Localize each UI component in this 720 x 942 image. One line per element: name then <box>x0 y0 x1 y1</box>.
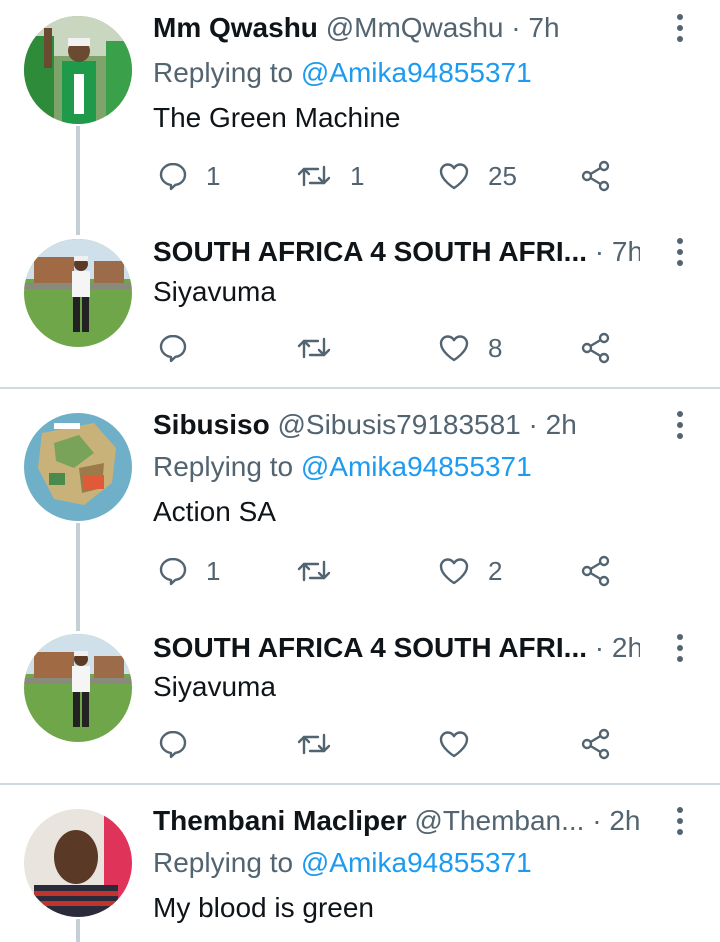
display-name[interactable]: Mm Qwashu <box>153 12 318 43</box>
mention-link[interactable]: @Amika94855371 <box>301 57 532 88</box>
reply-icon <box>159 730 187 759</box>
avatar[interactable] <box>24 809 132 917</box>
retweet-button[interactable] <box>296 724 332 764</box>
display-name[interactable]: Sibusiso <box>153 409 270 440</box>
more-vertical-icon <box>677 238 683 266</box>
more-vertical-icon <box>677 411 683 439</box>
tweet-header: SOUTH AFRICA 4 SOUTH AFRI... · 7h <box>153 235 640 269</box>
tweet-text: My blood is green <box>153 892 375 923</box>
like-button[interactable] <box>438 724 470 764</box>
tweet[interactable]: Sibusiso @Sibusis79183581 · 2h Replying … <box>0 389 720 631</box>
replying-to-label: Replying to <box>153 57 294 88</box>
separator-dot: · <box>511 12 521 43</box>
share-button[interactable] <box>580 551 612 591</box>
like-button[interactable]: 25 <box>438 156 517 196</box>
retweet-button[interactable] <box>296 328 332 368</box>
retweet-icon <box>297 733 331 755</box>
more-vertical-icon <box>677 14 683 42</box>
tweet-actions <box>0 724 720 764</box>
retweet-icon <box>297 560 331 582</box>
username[interactable]: @MmQwashu <box>326 12 504 43</box>
display-name[interactable]: SOUTH AFRICA 4 SOUTH AFRI... <box>153 632 587 663</box>
tweet-text: The Green Machine <box>153 102 401 133</box>
timestamp[interactable]: 2h <box>612 632 640 663</box>
reply-count: 1 <box>206 160 221 191</box>
username[interactable]: @Sibusis79183581 <box>277 409 520 440</box>
tweet-actions: 1 2 <box>0 551 720 591</box>
reply-count: 1 <box>206 555 221 586</box>
heart-icon <box>439 558 469 585</box>
replying-to-label: Replying to <box>153 847 294 878</box>
share-icon <box>581 160 610 192</box>
reply-button[interactable]: 1 <box>158 156 220 196</box>
more-vertical-icon <box>677 807 683 835</box>
replying-to: Replying to @Amika94855371 <box>153 846 532 880</box>
heart-icon <box>439 163 469 190</box>
tweet[interactable]: Mm Qwashu @MmQwashu · 7h Replying to @Am… <box>0 0 720 235</box>
replying-to-label: Replying to <box>153 451 294 482</box>
retweet-icon <box>297 165 331 187</box>
retweet-icon <box>297 337 331 359</box>
timestamp[interactable]: 7h <box>528 12 559 43</box>
reply-button[interactable] <box>158 328 188 368</box>
like-count: 2 <box>488 555 503 586</box>
like-button[interactable]: 8 <box>438 328 502 368</box>
separator-dot: · <box>592 805 602 836</box>
timestamp[interactable]: 7h <box>612 236 640 267</box>
separator-dot: · <box>594 236 605 267</box>
replying-to: Replying to @Amika94855371 <box>153 450 532 484</box>
like-count: 8 <box>488 332 503 363</box>
heart-icon <box>439 731 469 758</box>
tweet-header: Thembani Macliper @Themban... · 2h <box>153 804 640 838</box>
like-count: 25 <box>488 160 517 191</box>
more-vertical-icon <box>677 634 683 662</box>
tweet[interactable]: SOUTH AFRICA 4 SOUTH AFRI... · 2h Siyavu… <box>0 631 720 784</box>
reply-button[interactable] <box>158 724 188 764</box>
display-name[interactable]: SOUTH AFRICA 4 SOUTH AFRI... <box>153 236 587 267</box>
timestamp[interactable]: 2h <box>609 805 640 836</box>
tweet-text: Siyavuma <box>153 671 276 702</box>
tweet[interactable]: Thembani Macliper @Themban... · 2h Reply… <box>0 785 720 942</box>
separator-dot: · <box>528 409 538 440</box>
retweet-count: 1 <box>350 160 365 191</box>
more-options-button[interactable] <box>670 234 690 270</box>
share-icon <box>581 332 610 364</box>
timestamp[interactable]: 2h <box>546 409 577 440</box>
share-icon <box>581 728 610 760</box>
retweet-button[interactable]: 1 <box>296 156 364 196</box>
thread-line <box>76 919 80 942</box>
mention-link[interactable]: @Amika94855371 <box>301 847 532 878</box>
mention-link[interactable]: @Amika94855371 <box>301 451 532 482</box>
share-button[interactable] <box>580 724 612 764</box>
reply-icon <box>159 334 187 363</box>
share-button[interactable] <box>580 156 612 196</box>
tweet-header: Sibusiso @Sibusis79183581 · 2h <box>153 408 640 442</box>
reply-icon <box>159 557 187 586</box>
avatar[interactable] <box>24 413 132 521</box>
more-options-button[interactable] <box>670 630 690 666</box>
tweet-header: SOUTH AFRICA 4 SOUTH AFRI... · 2h <box>153 631 640 665</box>
tweet-text: Action SA <box>153 496 276 527</box>
retweet-button[interactable] <box>296 551 332 591</box>
reply-button[interactable]: 1 <box>158 551 220 591</box>
more-options-button[interactable] <box>670 407 690 443</box>
tweet-actions: 8 <box>0 328 720 368</box>
like-button[interactable]: 2 <box>438 551 502 591</box>
share-button[interactable] <box>580 328 612 368</box>
avatar[interactable] <box>24 16 132 124</box>
more-options-button[interactable] <box>670 803 690 839</box>
separator-dot: · <box>594 632 605 663</box>
tweet-header: Mm Qwashu @MmQwashu · 7h <box>153 11 640 45</box>
more-options-button[interactable] <box>670 10 690 46</box>
share-icon <box>581 555 610 587</box>
display-name[interactable]: Thembani Macliper <box>153 805 407 836</box>
tweet-text: Siyavuma <box>153 276 276 307</box>
username[interactable]: @Themban... <box>414 805 584 836</box>
reply-icon <box>159 162 187 191</box>
replying-to: Replying to @Amika94855371 <box>153 56 532 90</box>
heart-icon <box>439 335 469 362</box>
tweet-actions: 1 1 25 <box>0 156 720 196</box>
tweet[interactable]: SOUTH AFRICA 4 SOUTH AFRI... · 7h Siyavu… <box>0 235 720 388</box>
